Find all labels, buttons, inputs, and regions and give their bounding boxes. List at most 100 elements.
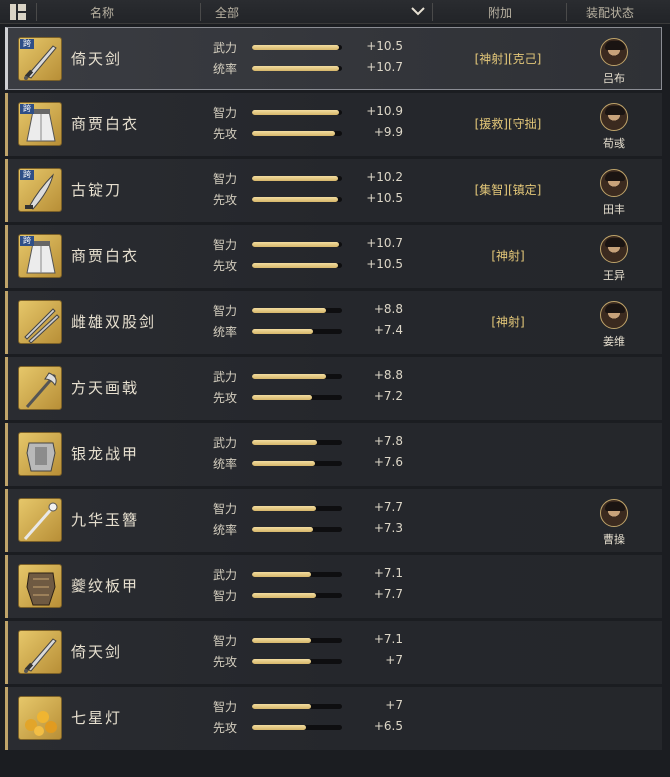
- hairpin-icon[interactable]: [18, 498, 62, 542]
- owner-avatar[interactable]: [600, 103, 628, 131]
- stat-label: 先攻: [213, 721, 238, 735]
- list-view-icon[interactable]: [10, 4, 28, 20]
- stat-value: +9.9: [373, 125, 403, 139]
- stat-line: 统率 +7.6: [213, 455, 403, 471]
- equipment-row[interactable]: 跨商贾白衣 智力 +10.7 先攻 +10.5 [神射] 王异: [5, 225, 662, 288]
- stat-value: +8.8: [373, 302, 403, 316]
- stat-value: +7: [385, 698, 403, 712]
- halberd-icon[interactable]: [18, 366, 62, 410]
- equipment-row[interactable]: 跨古锭刀 智力 +10.2 先攻 +10.5 [集智][镇定] 田丰: [5, 159, 662, 222]
- stat-label: 智力: [213, 502, 238, 516]
- equipment-name: 九华玉簪: [71, 511, 140, 529]
- stat-value: +6.5: [373, 719, 403, 733]
- equipment-name: 倚天剑: [71, 50, 123, 68]
- extra-attributes: [集智][镇定]: [474, 183, 542, 197]
- stat-label: 智力: [213, 238, 238, 252]
- stat-label: 先攻: [213, 259, 238, 273]
- equipment-name: 七星灯: [71, 709, 123, 727]
- stat-label: 智力: [213, 304, 238, 318]
- stat-line: 武力 +7.1: [213, 566, 403, 582]
- stat-label: 武力: [213, 568, 238, 582]
- owner-avatar[interactable]: [600, 38, 628, 66]
- stat-line: 智力 +7.7: [213, 500, 403, 516]
- stat-line: 先攻 +10.5: [213, 257, 403, 273]
- owner-avatar[interactable]: [600, 301, 628, 329]
- stat-label: 统率: [213, 523, 238, 537]
- equipment-row[interactable]: 雌雄双股剑 智力 +8.8 统率 +7.4 [神射] 姜维: [5, 291, 662, 354]
- stat-bar: [252, 527, 342, 532]
- stat-bar: [252, 704, 342, 709]
- owner-name: 姜维: [603, 335, 625, 348]
- equipment-row[interactable]: 夔纹板甲 武力 +7.1 智力 +7.7: [5, 555, 662, 618]
- equipment-row[interactable]: 方天画戟 武力 +8.8 先攻 +7.2: [5, 357, 662, 420]
- stat-bar: [252, 506, 342, 511]
- stat-value: +10.5: [366, 39, 403, 53]
- equipment-row[interactable]: 跨商贾白衣 智力 +10.9 先攻 +9.9 [援救][守拙] 荀彧: [5, 93, 662, 156]
- armor-icon[interactable]: [18, 432, 62, 476]
- stat-bar: [252, 638, 342, 643]
- stat-line: 智力 +7.1: [213, 632, 403, 648]
- owner-avatar[interactable]: [600, 499, 628, 527]
- stat-bar: [252, 440, 342, 445]
- stat-bar: [252, 242, 342, 247]
- stat-bar: [252, 461, 342, 466]
- stat-label: 先攻: [213, 127, 238, 141]
- filter-dropdown-label[interactable]: 全部: [215, 4, 239, 21]
- stat-line: 统率 +7.4: [213, 323, 403, 339]
- stat-line: 先攻 +9.9: [213, 125, 403, 141]
- stat-label: 先攻: [213, 655, 238, 669]
- stat-value: +8.8: [373, 368, 403, 382]
- list-header: 名称 全部 附加 装配状态: [0, 0, 670, 24]
- owner-name: 田丰: [603, 203, 625, 216]
- stat-label: 统率: [213, 457, 238, 471]
- stat-line: 智力 +10.7: [213, 236, 403, 252]
- owner-avatar[interactable]: [600, 169, 628, 197]
- equipment-name: 银龙战甲: [71, 445, 140, 463]
- owner-avatar[interactable]: [600, 235, 628, 263]
- stat-value: +10.5: [366, 257, 403, 271]
- twin-swords-icon[interactable]: [18, 300, 62, 344]
- lamp-icon[interactable]: [18, 696, 62, 740]
- equipment-row[interactable]: 七星灯 智力 +7 先攻 +6.5: [5, 687, 662, 750]
- stat-value: +7: [385, 653, 403, 667]
- robe-icon[interactable]: 跨: [18, 102, 62, 146]
- cross-badge: 跨: [20, 170, 34, 180]
- equipment-row[interactable]: 九华玉簪 智力 +7.7 统率 +7.3 曹操: [5, 489, 662, 552]
- owner-name: 荀彧: [603, 137, 625, 150]
- plate-armor-icon[interactable]: [18, 564, 62, 608]
- blade-icon[interactable]: 跨: [18, 168, 62, 212]
- stat-bar: [252, 110, 342, 115]
- equipment-name: 夔纹板甲: [71, 577, 140, 595]
- extra-attributes: [神射]: [491, 315, 525, 329]
- column-name-header[interactable]: 名称: [90, 4, 114, 21]
- sword-icon[interactable]: 跨: [18, 37, 62, 81]
- extra-attributes: [援救][守拙]: [474, 117, 542, 131]
- stat-bar: [252, 197, 342, 202]
- stat-label: 统率: [213, 325, 238, 339]
- equipment-row[interactable]: 跨倚天剑 武力 +10.5 统率 +10.7 [神射][克己] 吕布: [5, 27, 662, 90]
- stat-value: +10.7: [366, 236, 403, 250]
- stat-line: 智力 +7: [213, 698, 403, 714]
- sword-icon[interactable]: [18, 630, 62, 674]
- stat-line: 武力 +8.8: [213, 368, 403, 384]
- equipment-row[interactable]: 银龙战甲 武力 +7.8 统率 +7.6: [5, 423, 662, 486]
- owner-name: 曹操: [603, 533, 625, 546]
- stat-bar: [252, 308, 342, 313]
- chevron-down-icon[interactable]: [410, 5, 426, 17]
- cross-badge: 跨: [20, 39, 34, 49]
- stat-bar: [252, 66, 342, 71]
- stat-bar: [252, 395, 342, 400]
- stat-line: 先攻 +6.5: [213, 719, 403, 735]
- stat-line: 先攻 +7: [213, 653, 403, 669]
- extra-attributes: [神射]: [491, 249, 525, 263]
- stat-label: 智力: [213, 172, 238, 186]
- stat-value: +7.7: [373, 500, 403, 514]
- stat-line: 统率 +10.7: [213, 60, 403, 76]
- equipment-row[interactable]: 倚天剑 智力 +7.1 先攻 +7: [5, 621, 662, 684]
- column-extra-header[interactable]: 附加: [488, 4, 512, 21]
- column-status-header[interactable]: 装配状态: [586, 4, 634, 21]
- stat-label: 武力: [213, 436, 238, 450]
- stat-line: 智力 +8.8: [213, 302, 403, 318]
- robe-icon[interactable]: 跨: [18, 234, 62, 278]
- stat-value: +7.7: [373, 587, 403, 601]
